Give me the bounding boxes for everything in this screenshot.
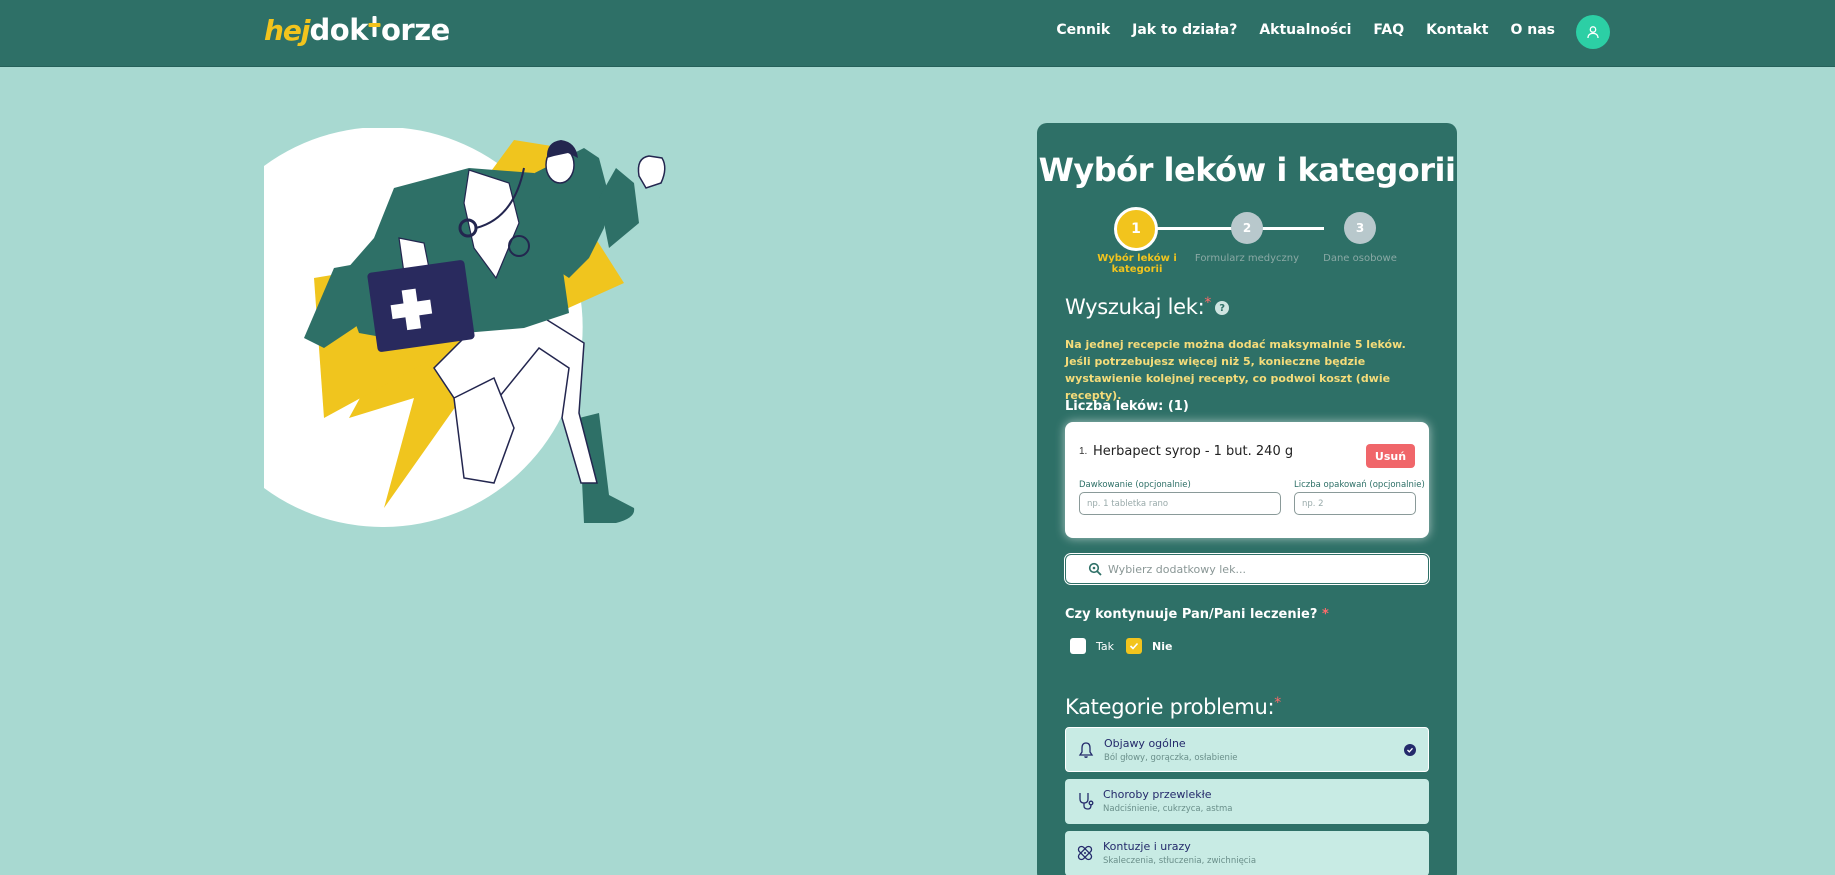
nav-faq[interactable]: FAQ xyxy=(1373,22,1404,38)
step-2-circle: 2 xyxy=(1231,212,1263,244)
tak-checkbox[interactable] xyxy=(1070,638,1086,654)
check-icon xyxy=(1129,642,1139,650)
stepper-line xyxy=(1136,227,1324,230)
search-icon xyxy=(1088,562,1102,576)
additional-drug-input[interactable] xyxy=(1108,555,1408,583)
step-1-label: Wybór leków i kategorii xyxy=(1097,253,1177,275)
nie-label: Nie xyxy=(1152,639,1173,653)
packages-input[interactable] xyxy=(1294,492,1416,515)
logo-hej: hej xyxy=(264,14,311,47)
prescription-limit-note: Na jednej recepcie można dodać maksymaln… xyxy=(1065,338,1406,402)
category-title: Kontuzje i urazy xyxy=(1103,840,1191,853)
nie-checkbox[interactable] xyxy=(1126,638,1142,654)
additional-drug-search[interactable] xyxy=(1065,554,1429,584)
required-star: * xyxy=(1274,695,1281,711)
remove-drug-button[interactable]: Usuń xyxy=(1366,444,1415,468)
selected-check-icon xyxy=(1404,744,1416,756)
category-objawy-ogolne[interactable]: Objawy ogólne Ból głowy, gorączka, osłab… xyxy=(1065,727,1429,772)
category-subtitle: Ból głowy, gorączka, osłabienie xyxy=(1104,753,1238,763)
bell-icon xyxy=(1078,742,1094,758)
categories-heading-text: Kategorie problemu: xyxy=(1065,695,1275,719)
nav-jak-to-dziala[interactable]: Jak to działa? xyxy=(1132,22,1237,38)
continue-question-text: Czy kontynuuje Pan/Pani leczenie? xyxy=(1065,607,1318,622)
logo-dok: dok xyxy=(309,13,369,47)
main-nav: Cennik Jak to działa? Aktualności FAQ Ko… xyxy=(1056,22,1555,38)
user-account-button[interactable] xyxy=(1576,15,1610,49)
nav-o-nas[interactable]: O nas xyxy=(1510,22,1555,38)
drug-count-label: Liczba leków: (1) xyxy=(1065,399,1189,414)
required-star: * xyxy=(1204,295,1212,311)
step-2-label: Formularz medyczny xyxy=(1194,253,1300,264)
logo[interactable]: hej dok orze xyxy=(264,13,450,53)
top-navbar: hej dok orze Cennik Jak to działa? Aktua… xyxy=(0,0,1835,67)
nav-kontakt[interactable]: Kontakt xyxy=(1426,22,1488,38)
category-kontuzje-urazy[interactable]: Kontuzje i urazy Skaleczenia, stłuczenia… xyxy=(1065,831,1429,875)
dosage-input[interactable] xyxy=(1079,492,1281,515)
stethoscope-icon xyxy=(1079,793,1094,810)
search-heading: Wyszukaj lek:*? xyxy=(1065,295,1230,319)
option-tak[interactable]: Tak xyxy=(1070,638,1114,654)
bandage-icon xyxy=(1077,845,1093,861)
drug-item: 1. Herbapect syrop - 1 but. 240 g Usuń D… xyxy=(1065,422,1429,538)
search-heading-text: Wyszukaj lek: xyxy=(1065,295,1205,319)
help-icon[interactable]: ? xyxy=(1215,301,1230,315)
drug-index: 1. xyxy=(1079,446,1088,457)
packages-label: Liczba opakowań (opcjonalnie) xyxy=(1294,480,1425,490)
required-star: * xyxy=(1321,607,1329,622)
category-title: Objawy ogólne xyxy=(1104,737,1186,750)
nav-aktualnosci[interactable]: Aktualności xyxy=(1259,22,1351,38)
logo-orze: orze xyxy=(381,13,450,47)
logo-plus-icon xyxy=(368,16,381,40)
step-1-circle: 1 xyxy=(1114,207,1158,251)
category-title: Choroby przewlekłe xyxy=(1103,788,1212,801)
category-subtitle: Skaleczenia, stłuczenia, zwichnięcia xyxy=(1103,856,1257,866)
drug-name: Herbapect syrop - 1 but. 240 g xyxy=(1093,444,1294,459)
doctor-illustration xyxy=(264,127,704,528)
option-nie[interactable]: Nie xyxy=(1126,638,1172,654)
form-card: Wybór leków i kategorii 1 2 3 Wybór lekó… xyxy=(1037,123,1457,875)
tak-label: Tak xyxy=(1096,639,1115,653)
user-icon xyxy=(1587,26,1599,39)
categories-heading: Kategorie problemu:* xyxy=(1065,695,1281,719)
category-choroby-przewlekle[interactable]: Choroby przewlekłe Nadciśnienie, cukrzyc… xyxy=(1065,779,1429,824)
dosage-label: Dawkowanie (opcjonalnie) xyxy=(1079,480,1191,490)
category-subtitle: Nadciśnienie, cukrzyca, astma xyxy=(1103,804,1233,814)
form-title: Wybór leków i kategorii xyxy=(1038,151,1456,189)
nav-cennik[interactable]: Cennik xyxy=(1056,22,1110,38)
step-3-circle: 3 xyxy=(1344,212,1376,244)
step-3-label: Dane osobowe xyxy=(1323,253,1397,264)
continue-question: Czy kontynuuje Pan/Pani leczenie? * xyxy=(1065,607,1329,622)
